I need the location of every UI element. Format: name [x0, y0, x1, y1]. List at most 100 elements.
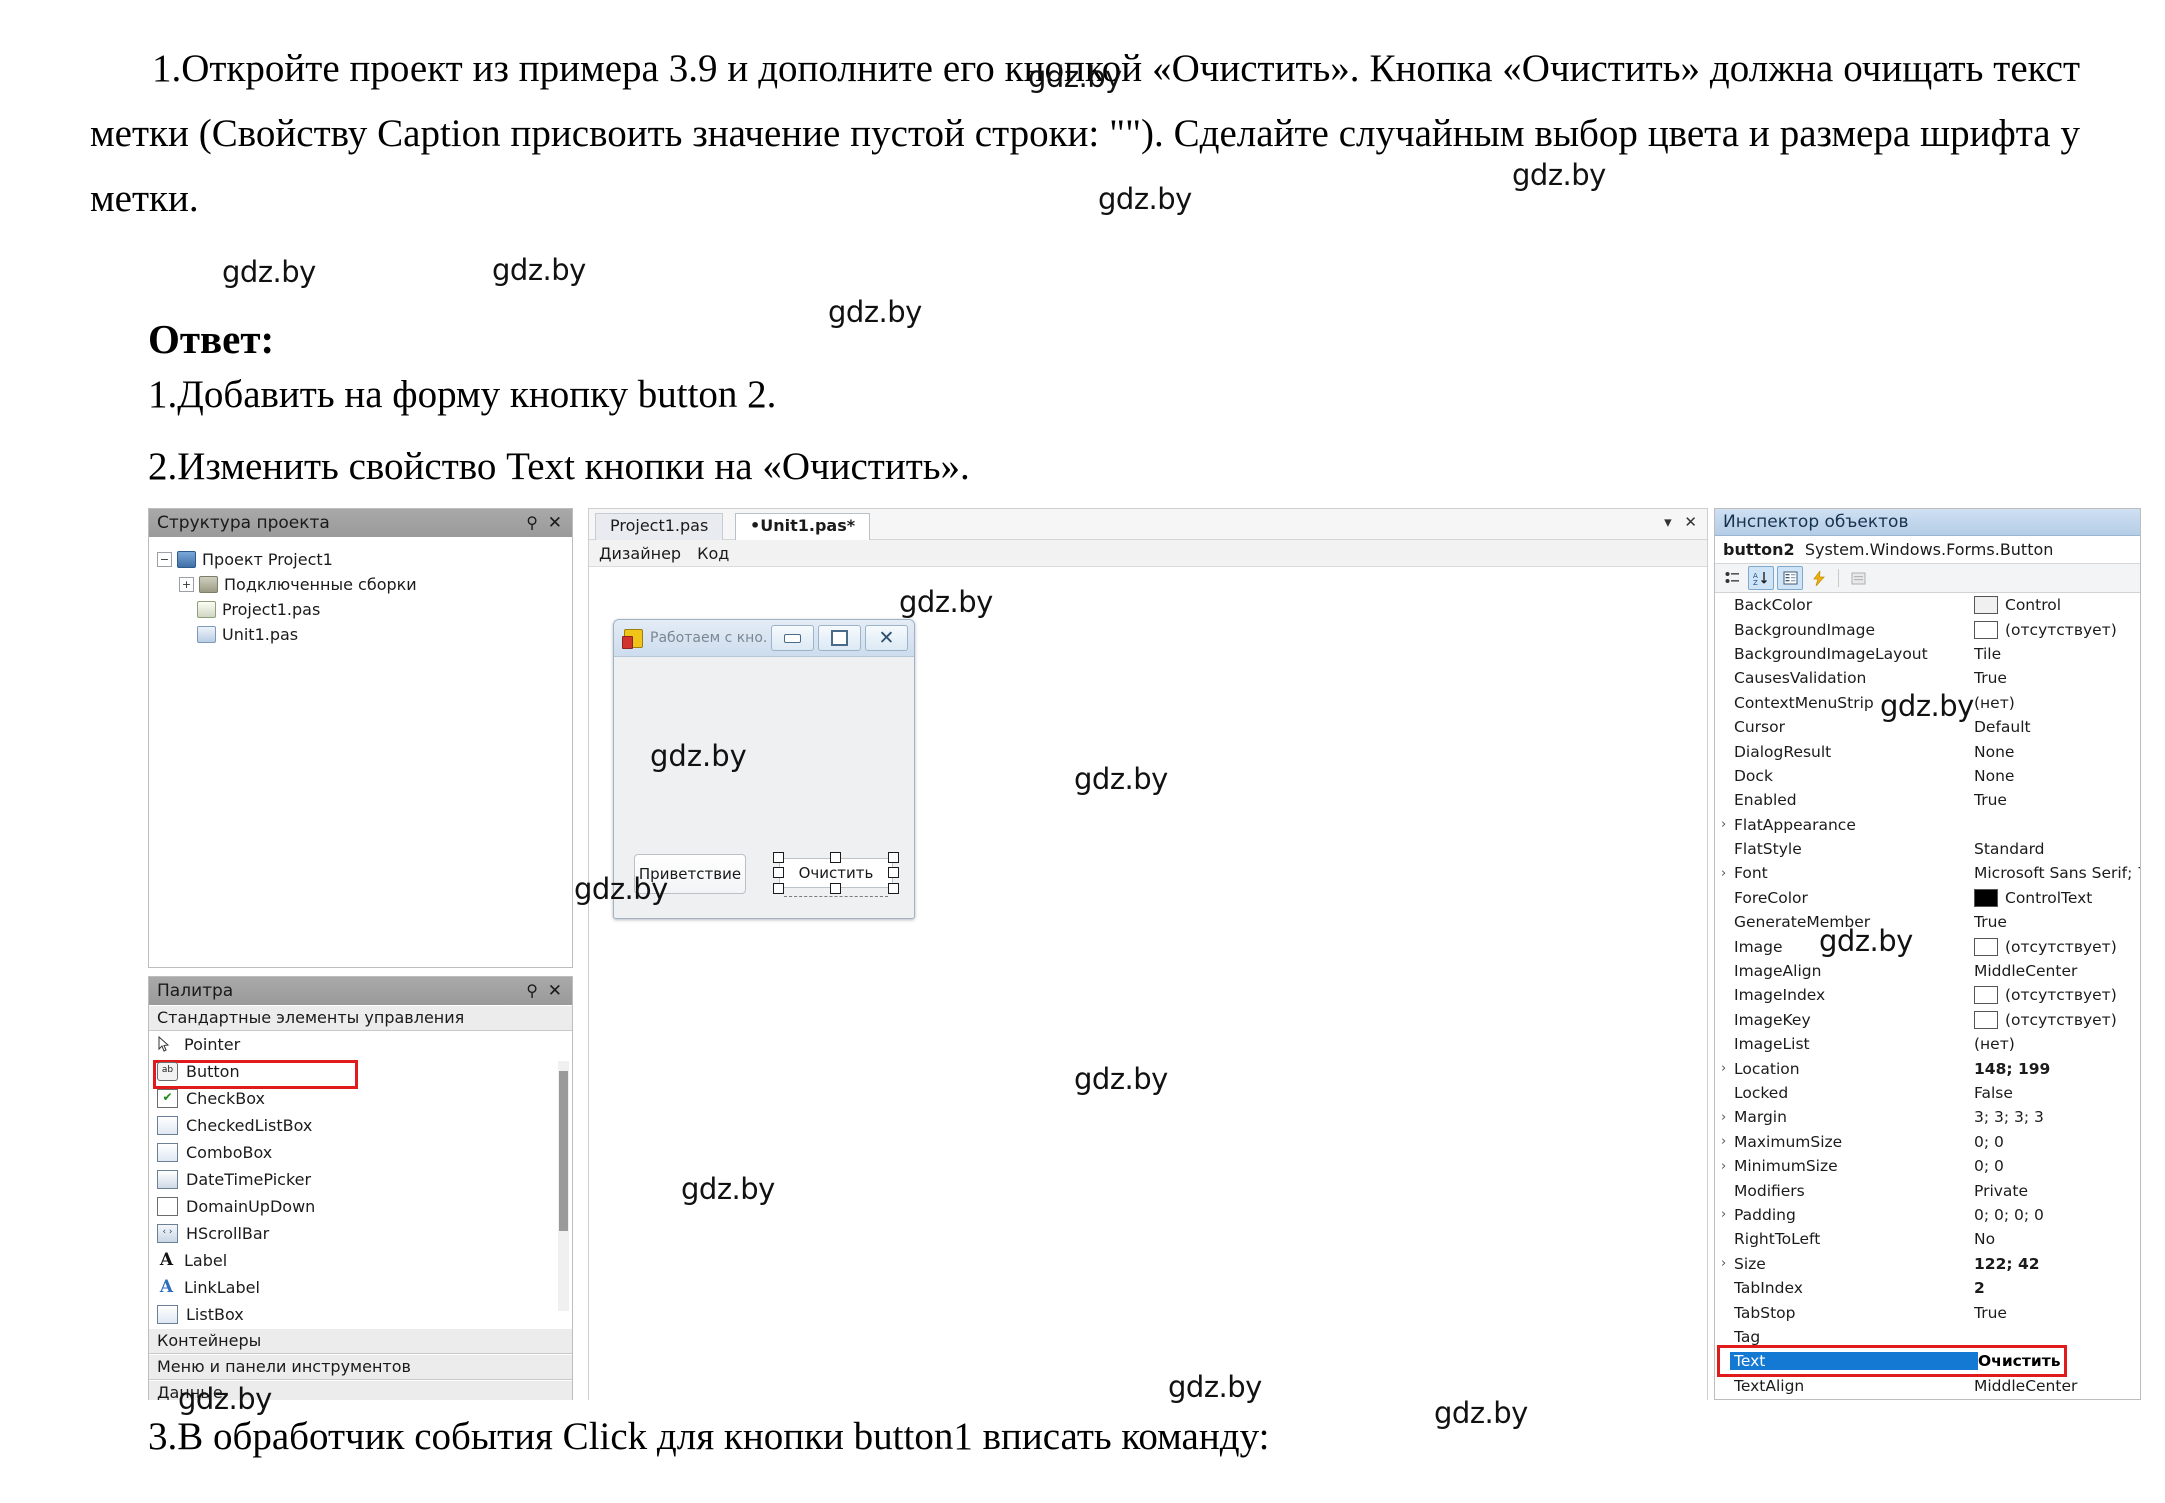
property-value[interactable]: Tile: [1974, 645, 2140, 663]
resize-handle-e[interactable]: [888, 867, 899, 878]
property-value[interactable]: False: [1974, 1084, 2140, 1102]
expander-icon[interactable]: −: [157, 552, 172, 567]
property-row-causesvalidation[interactable]: CausesValidation True: [1715, 666, 2140, 690]
palette-group-containers[interactable]: Контейнеры: [149, 1328, 572, 1354]
tree-item-project1-pas[interactable]: Project1.pas: [155, 597, 572, 622]
property-value[interactable]: Control: [1974, 596, 2140, 615]
expander-icon[interactable]: ›: [1721, 866, 1734, 881]
property-row-backgroundimage[interactable]: BackgroundImage (отсутствует): [1715, 617, 2140, 641]
property-value[interactable]: No: [1974, 1230, 2140, 1248]
property-row-imagealign[interactable]: ImageAlign MiddleCenter: [1715, 959, 2140, 983]
property-value[interactable]: (отсутствует): [1974, 986, 2140, 1005]
tree-item-assemblies[interactable]: + Подключенные сборки: [155, 572, 572, 597]
resize-handle-n[interactable]: [830, 852, 841, 863]
expander-icon[interactable]: ›: [1721, 1110, 1734, 1125]
property-value[interactable]: (отсутствует): [1974, 937, 2140, 956]
categorized-icon[interactable]: [1719, 566, 1745, 590]
property-row-enabled[interactable]: Enabled True: [1715, 788, 2140, 812]
tab-unit1-pas[interactable]: •Unit1.pas*: [735, 513, 871, 540]
property-row-tag[interactable]: Tag: [1715, 1325, 2140, 1349]
palette-item-datetimepicker[interactable]: DateTimePicker: [149, 1166, 572, 1193]
tabstrip-controls[interactable]: ▾ ✕: [1664, 513, 1701, 531]
winform-titlebar[interactable]: Работаем с кно... ✕: [614, 620, 914, 657]
resize-handle-sw[interactable]: [773, 883, 784, 894]
property-value[interactable]: 0; 0: [1974, 1133, 2140, 1151]
view-tab-code[interactable]: Код: [697, 544, 729, 563]
events-lightning-icon[interactable]: [1806, 566, 1832, 590]
form-button-clear-selection[interactable]: Очистить: [773, 852, 899, 897]
tree-item-project[interactable]: − Проект Project1: [155, 547, 572, 572]
property-row-size[interactable]: › Size 122; 42: [1715, 1252, 2140, 1276]
property-value[interactable]: Standard: [1974, 840, 2140, 858]
tree-item-unit1-pas[interactable]: Unit1.pas: [155, 622, 572, 647]
palette-item-checkbox[interactable]: ✔ CheckBox: [149, 1085, 572, 1112]
property-value[interactable]: MiddleCenter: [1974, 1377, 2140, 1395]
close-icon[interactable]: ✕: [548, 977, 562, 1005]
resize-handle-w[interactable]: [773, 867, 784, 878]
palette-item-label[interactable]: A Label: [149, 1247, 572, 1274]
property-row-backgroundimagelayout[interactable]: BackgroundImageLayout Tile: [1715, 642, 2140, 666]
property-value[interactable]: 122; 42: [1974, 1255, 2140, 1273]
property-value[interactable]: True: [1974, 669, 2140, 687]
property-row-tabindex[interactable]: TabIndex 2: [1715, 1276, 2140, 1300]
expander-icon[interactable]: ›: [1721, 1061, 1734, 1076]
palette-item-pointer[interactable]: Pointer: [149, 1031, 572, 1058]
resize-handle-se[interactable]: [888, 883, 899, 894]
property-value[interactable]: ControlText: [1974, 888, 2140, 907]
property-value[interactable]: MiddleCenter: [1974, 962, 2140, 980]
expander-icon[interactable]: ›: [1721, 1134, 1734, 1149]
property-row-font[interactable]: ›Font Microsoft Sans Serif; 7,8: [1715, 861, 2140, 885]
expander-icon[interactable]: ›: [1721, 1207, 1734, 1222]
expander-icon[interactable]: ›: [1721, 817, 1734, 832]
property-row-imagekey[interactable]: ImageKey (отсутствует): [1715, 1008, 2140, 1032]
palette-item-domainupdown[interactable]: DomainUpDown: [149, 1193, 572, 1220]
property-value[interactable]: (отсутствует): [1974, 1010, 2140, 1029]
palette-item-combobox[interactable]: ComboBox: [149, 1139, 572, 1166]
property-row-minimumsize[interactable]: › MinimumSize 0; 0: [1715, 1154, 2140, 1178]
expander-icon[interactable]: +: [179, 577, 194, 592]
palette-item-linklabel[interactable]: A LinkLabel: [149, 1274, 572, 1301]
pin-icon[interactable]: ⚲: [526, 977, 538, 1005]
property-row-textalign[interactable]: TextAlign MiddleCenter: [1715, 1374, 2140, 1398]
property-value[interactable]: 0; 0: [1974, 1157, 2140, 1175]
alphabetical-sort-icon[interactable]: AZ: [1748, 566, 1774, 590]
palette-item-checkedlistbox[interactable]: CheckedListBox: [149, 1112, 572, 1139]
property-row-backcolor[interactable]: BackColor Control: [1715, 593, 2140, 617]
expander-icon[interactable]: ›: [1721, 1256, 1734, 1271]
property-value[interactable]: 2: [1974, 1279, 2140, 1297]
view-tab-designer[interactable]: Дизайнер: [599, 544, 681, 563]
property-row-righttoleft[interactable]: RightToLeft No: [1715, 1227, 2140, 1251]
properties-icon[interactable]: [1777, 566, 1803, 590]
designer-surface[interactable]: Работаем с кно... ✕ gdz.by Приветствие О: [574, 567, 1707, 1400]
property-value[interactable]: (нет): [1974, 694, 2140, 712]
property-row-location[interactable]: › Location 148; 199: [1715, 1056, 2140, 1080]
property-row-flatappearance[interactable]: › FlatAppearance: [1715, 813, 2140, 837]
palette-item-hscrollbar[interactable]: ‹ › HScrollBar: [149, 1220, 572, 1247]
property-value[interactable]: 0; 0; 0; 0: [1974, 1206, 2140, 1224]
pin-icon[interactable]: ⚲: [526, 509, 538, 537]
property-value[interactable]: (нет): [1974, 1035, 2140, 1053]
property-row-dock[interactable]: Dock None: [1715, 764, 2140, 788]
property-value[interactable]: None: [1974, 767, 2140, 785]
maximize-icon[interactable]: [818, 625, 861, 651]
tab-project1-pas[interactable]: Project1.pas: [595, 513, 724, 540]
property-value[interactable]: True: [1974, 1304, 2140, 1322]
property-value[interactable]: Private: [1974, 1182, 2140, 1200]
property-row-imageindex[interactable]: ImageIndex (отсутствует): [1715, 983, 2140, 1007]
property-row-textimagerelation[interactable]: TextImageRelationOverlay: [1715, 1398, 2140, 1400]
palette-group-menus[interactable]: Меню и панели инструментов: [149, 1354, 572, 1380]
resize-handle-nw[interactable]: [773, 852, 784, 863]
property-value[interactable]: True: [1974, 913, 2140, 931]
palette-item-listbox[interactable]: ListBox: [149, 1301, 572, 1328]
property-row-locked[interactable]: Locked False: [1715, 1081, 2140, 1105]
resize-handle-ne[interactable]: [888, 852, 899, 863]
property-row-margin[interactable]: › Margin 3; 3; 3; 3: [1715, 1105, 2140, 1129]
property-row-forecolor[interactable]: ForeColor ControlText: [1715, 886, 2140, 910]
property-row-imagelist[interactable]: ImageList (нет): [1715, 1032, 2140, 1056]
property-row-dialogresult[interactable]: DialogResult None: [1715, 739, 2140, 763]
property-value[interactable]: 3; 3; 3; 3: [1974, 1108, 2140, 1126]
close-icon[interactable]: ✕: [865, 625, 908, 651]
property-value[interactable]: Очистить: [1978, 1352, 2140, 1370]
property-value[interactable]: Microsoft Sans Serif; 7,8: [1974, 864, 2140, 882]
property-row-flatstyle[interactable]: FlatStyle Standard: [1715, 837, 2140, 861]
